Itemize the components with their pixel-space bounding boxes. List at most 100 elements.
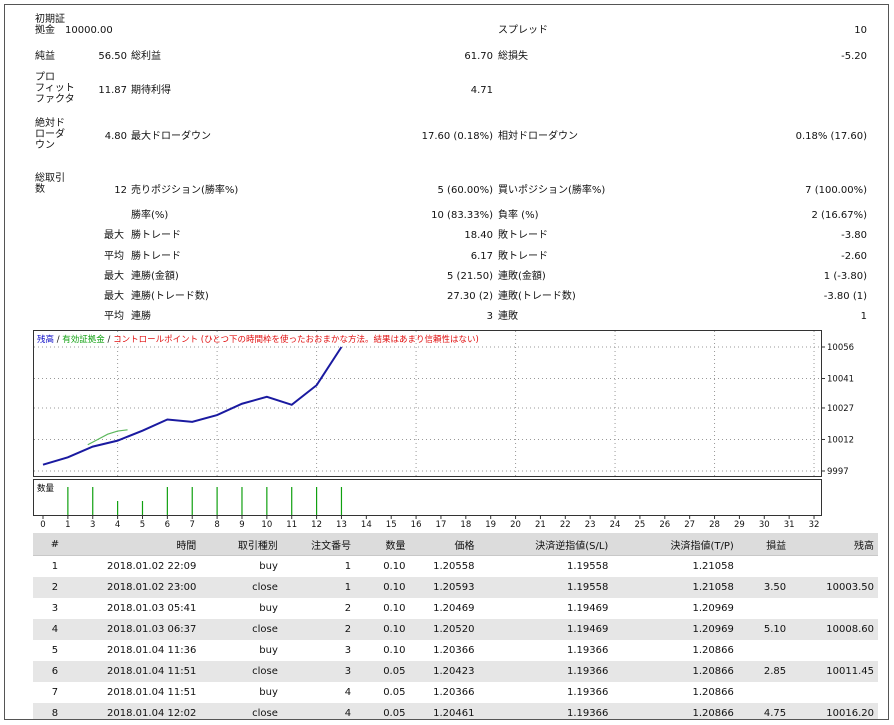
table-cell: 3 bbox=[281, 661, 356, 682]
loss-rate-value: 2 (16.67%) bbox=[811, 210, 867, 221]
avg-consec-wins-label: 連勝 bbox=[131, 311, 151, 322]
table-cell: buy bbox=[259, 603, 278, 614]
table-cell: 0.10 bbox=[383, 603, 406, 614]
table-cell bbox=[790, 682, 878, 703]
largest-loss-label: 敗トレード bbox=[498, 230, 548, 241]
x-tick-label: 23 bbox=[585, 520, 596, 530]
table-cell: 2018.01.02 23:00 bbox=[76, 577, 201, 598]
max-consec-losses-label: 連敗(金額) bbox=[498, 271, 546, 282]
x-tick-label: 32 bbox=[809, 520, 820, 530]
x-axis-ticks: 0 1 3 4 5 6 7 8 9 10 11 12 13 14 15 16 17 18 19 20 21 22 23 24 2… bbox=[40, 516, 819, 530]
report-frame: 初期証 拠金 10000.00 スプレッド 10 純益 56.50 総利益 61… bbox=[4, 4, 889, 720]
table-cell: 1 bbox=[51, 561, 59, 572]
legend-balance: 残高 bbox=[37, 334, 54, 345]
largest-win-label: 勝トレード bbox=[131, 230, 181, 241]
avg-loss-label: 敗トレード bbox=[498, 251, 548, 262]
table-cell: 2.85 bbox=[737, 661, 791, 682]
x-tick-label: 16 bbox=[411, 520, 422, 530]
volume-label: 数量 bbox=[37, 483, 55, 494]
table-cell: 1.20461 bbox=[409, 703, 479, 719]
table-cell: 4 bbox=[281, 703, 356, 719]
x-tick-label: 17 bbox=[436, 520, 447, 530]
expected-payoff-label: 期待利得 bbox=[131, 85, 171, 96]
table-cell: 2018.01.03 05:41 bbox=[107, 603, 197, 614]
x-tick-label: 26 bbox=[659, 520, 670, 530]
table-cell: 1.20366 bbox=[433, 687, 475, 698]
table-cell: 2 bbox=[33, 577, 77, 598]
avg-consec-wins-value: 3 bbox=[486, 311, 493, 322]
initial-deposit-label: 初期証 拠金 bbox=[35, 14, 65, 36]
gross-loss-value: -5.20 bbox=[841, 51, 867, 62]
max-consec-loss-value: -3.80 (1) bbox=[823, 291, 867, 302]
table-cell: buy bbox=[259, 645, 278, 656]
table-cell: 0.10 bbox=[355, 577, 410, 598]
legend-sep-1: / bbox=[54, 335, 62, 345]
table-cell: 1.19366 bbox=[478, 703, 613, 719]
x-tick-label: 20 bbox=[510, 520, 521, 530]
table-cell: 5.10 bbox=[737, 619, 791, 640]
win-rate-label: 勝率(%) bbox=[131, 210, 169, 221]
max-consec-profit-value: 27.30 (2) bbox=[447, 291, 493, 302]
col-time: 時間 bbox=[76, 533, 201, 556]
max-consec-profit-prefix: 最大 bbox=[104, 291, 124, 302]
x-tick-label: 14 bbox=[361, 520, 372, 530]
x-tick-label: 28 bbox=[709, 520, 720, 530]
table-cell: 0.10 bbox=[355, 619, 410, 640]
col-balance: 残高 bbox=[790, 533, 878, 556]
x-tick-label: 10 bbox=[261, 520, 272, 530]
avg-win-value: 6.17 bbox=[470, 251, 493, 262]
table-cell: 1 bbox=[344, 561, 352, 572]
x-tick-label: 29 bbox=[734, 520, 745, 530]
table-row: 2 2018.01.02 23:00 close 1 0.10 1.20593 1.1955… bbox=[33, 577, 878, 598]
table-cell: 3.50 bbox=[737, 577, 791, 598]
avg-consec-prefix: 平均 bbox=[104, 311, 124, 322]
rel-drawdown-label: 相対ドローダウン bbox=[498, 131, 578, 142]
table-cell bbox=[790, 640, 878, 661]
max-drawdown-value: 17.60 (0.18%) bbox=[421, 131, 493, 142]
summary-section: 初期証 拠金 10000.00 スプレッド 10 純益 56.50 総利益 61… bbox=[5, 5, 888, 330]
y-tick-label: 10012 bbox=[827, 435, 854, 445]
net-profit-label: 純益 bbox=[35, 51, 55, 62]
x-tick-label: 6 bbox=[165, 520, 170, 530]
table-cell: 0.05 bbox=[383, 687, 406, 698]
x-tick-label: 22 bbox=[560, 520, 571, 530]
table-cell: 2018.01.04 11:51 bbox=[107, 687, 197, 698]
table-row: 4 2018.01.03 06:37 close 2 0.10 1.20520 1.1946… bbox=[33, 619, 878, 640]
loss-rate-label: 負率 (%) bbox=[498, 210, 539, 221]
x-tick-label: 25 bbox=[635, 520, 646, 530]
table-cell bbox=[738, 640, 790, 661]
x-tick-label: 4 bbox=[115, 520, 120, 530]
x-tick-label: 7 bbox=[190, 520, 195, 530]
max-consec-wins-value: 5 (21.50) bbox=[447, 271, 493, 282]
col-type: 取引種別 bbox=[200, 533, 282, 556]
x-tick-label: 9 bbox=[239, 520, 244, 530]
table-cell: 1.19366 bbox=[566, 645, 609, 656]
table-cell: 1.19469 bbox=[478, 619, 613, 640]
table-cell: 1.20593 bbox=[409, 577, 479, 598]
x-tick-label: 27 bbox=[684, 520, 695, 530]
table-cell: 7 bbox=[51, 687, 59, 698]
long-positions-value: 7 (100.00%) bbox=[805, 185, 867, 196]
table-cell: close bbox=[200, 661, 282, 682]
table-cell: 2 bbox=[344, 603, 352, 614]
table-cell: 10008.60 bbox=[790, 619, 878, 640]
col-volume: 数量 bbox=[355, 533, 410, 556]
avg-consec-losses-value: 1 bbox=[860, 311, 867, 322]
table-cell: 1.20866 bbox=[612, 703, 738, 719]
avg-consec-losses-label: 連敗 bbox=[498, 311, 518, 322]
x-tick-label: 8 bbox=[214, 520, 219, 530]
table-cell: 1.20866 bbox=[692, 645, 734, 656]
expected-payoff-value: 4.71 bbox=[470, 85, 493, 96]
table-cell: 1.19558 bbox=[566, 561, 609, 572]
table-cell: buy bbox=[259, 687, 278, 698]
table-cell: 1.19558 bbox=[478, 577, 613, 598]
table-cell: 2018.01.04 11:36 bbox=[107, 645, 197, 656]
largest-prefix: 最大 bbox=[104, 230, 124, 241]
table-cell: 1.20423 bbox=[409, 661, 479, 682]
table-cell: 1.19366 bbox=[566, 687, 609, 698]
y-tick-label: 10027 bbox=[827, 404, 854, 414]
avg-win-label: 勝トレード bbox=[131, 251, 181, 262]
table-row: 7 2018.01.04 11:51 buy 4 0.05 1.20366 1.19366 1… bbox=[33, 682, 878, 703]
table-cell: buy bbox=[259, 561, 278, 572]
abs-drawdown-label: 絶対ド ローダ ウン bbox=[35, 118, 65, 151]
